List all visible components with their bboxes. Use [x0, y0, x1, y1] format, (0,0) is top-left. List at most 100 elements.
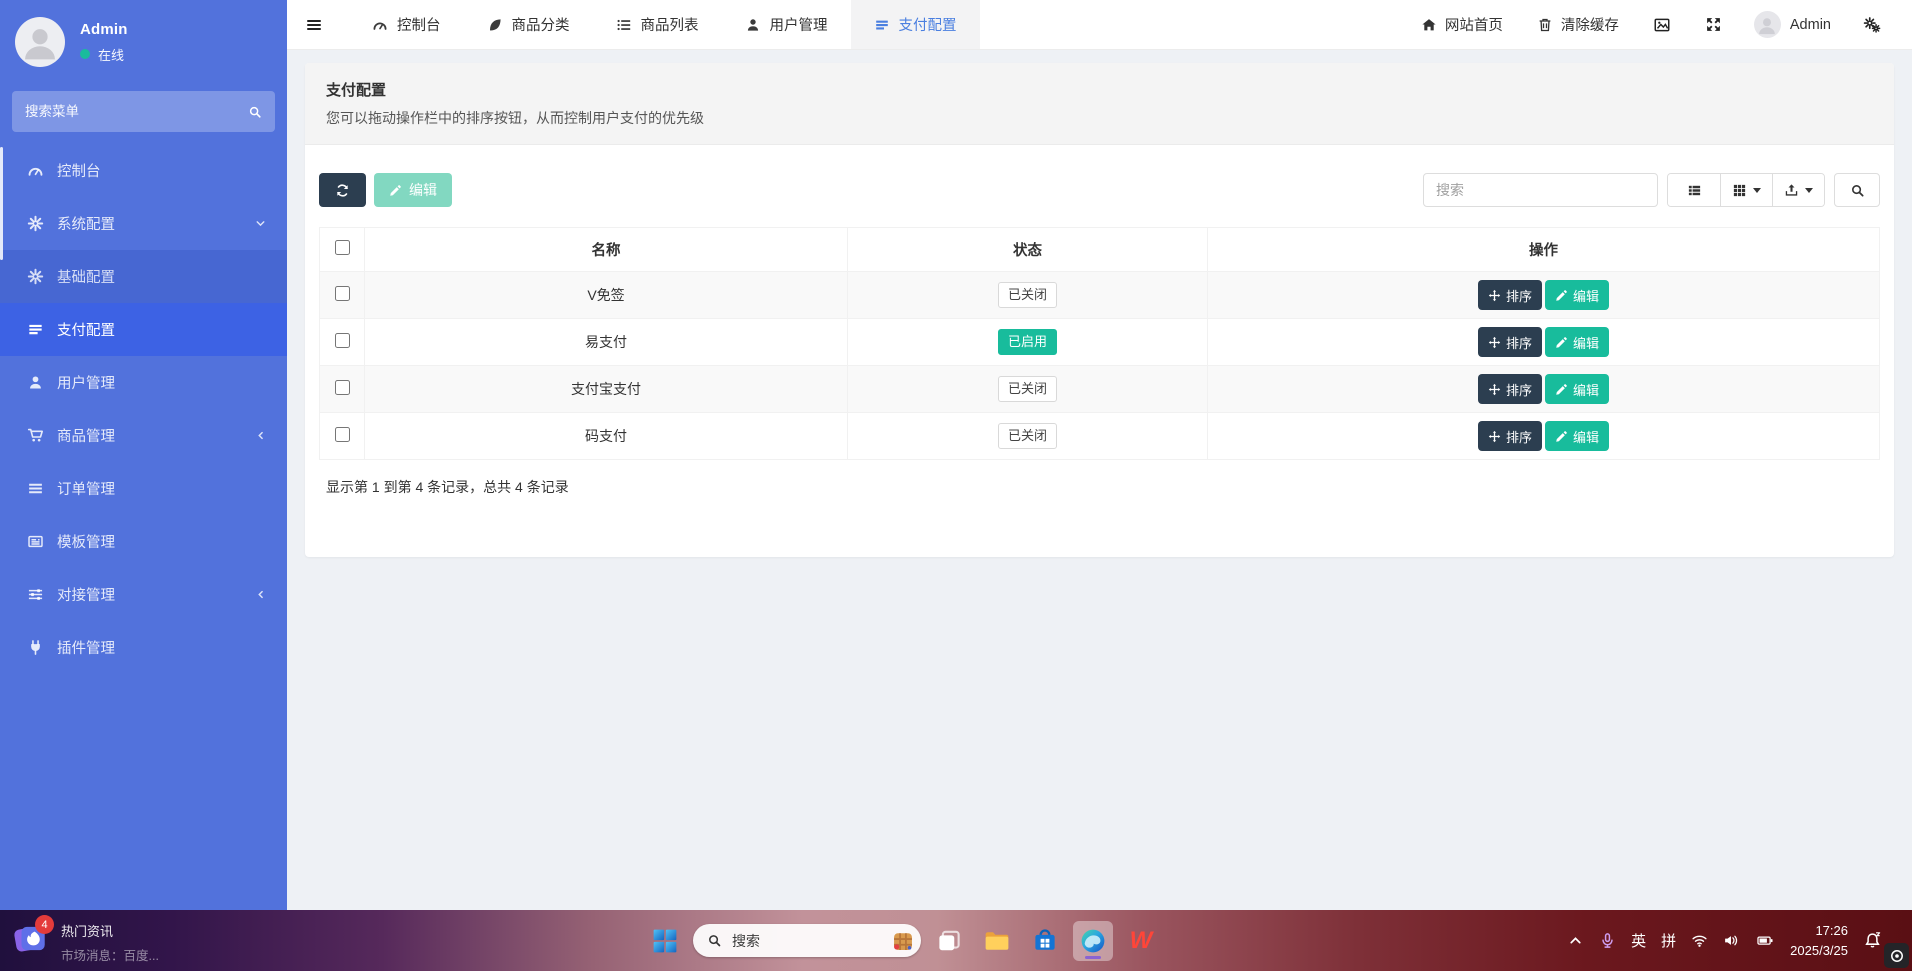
sort-button[interactable]: 排序 [1478, 280, 1542, 310]
edit-button[interactable]: 编辑 [1545, 374, 1609, 404]
sort-button[interactable]: 排序 [1478, 327, 1542, 357]
taskbar-search[interactable]: 搜索 [693, 924, 921, 957]
cogs-icon [1863, 16, 1881, 34]
pencil-icon [1555, 289, 1568, 302]
main-content: 支付配置 您可以拖动操作栏中的排序按钮，从而控制用户支付的优先级 编辑 [287, 50, 1912, 910]
navbar-user-menu[interactable]: Admin [1739, 0, 1846, 49]
row-checkbox[interactable] [335, 380, 350, 395]
sidebar-item-template-management[interactable]: 模板管理 [0, 515, 287, 568]
start-button[interactable] [645, 921, 685, 961]
cart-icon [27, 427, 44, 444]
wps-button[interactable]: W [1121, 921, 1161, 961]
microsoft-store-icon [1031, 927, 1059, 955]
sidebar-item-dashboard[interactable]: 控制台 [0, 144, 287, 197]
refresh-button[interactable] [319, 173, 366, 207]
image-capture-button[interactable] [1636, 0, 1688, 49]
open-tabs: 控制台 商品分类 商品列表 用户管理 支付配置 [349, 0, 980, 49]
news-widget-icon: 4 [12, 918, 50, 958]
table-search-input[interactable] [1423, 173, 1658, 207]
user-silhouette-icon [19, 21, 61, 63]
sidebar-item-product-management[interactable]: 商品管理 [0, 409, 287, 462]
edit-toolbar-button[interactable]: 编辑 [374, 173, 452, 207]
table-toolbar: 编辑 [319, 173, 1880, 207]
battery-icon[interactable] [1755, 932, 1775, 949]
tab-product-list[interactable]: 商品列表 [593, 0, 722, 49]
hamburger-icon [305, 16, 323, 34]
clock[interactable]: 17:26 2025/3/25 [1790, 921, 1848, 960]
row-checkbox[interactable] [335, 286, 350, 301]
export-dropdown-button[interactable] [1772, 174, 1824, 206]
tray-time: 17:26 [1790, 921, 1848, 941]
sidebar-item-basic-config[interactable]: 基础配置 [0, 250, 287, 303]
tray-chevron-up-icon[interactable] [1567, 932, 1584, 949]
target-icon [1889, 948, 1905, 964]
microsoft-store-button[interactable] [1025, 921, 1065, 961]
page-description: 您可以拖动操作栏中的排序按钮，从而控制用户支付的优先级 [326, 108, 1873, 128]
ime-mode-indicator[interactable]: 拼 [1661, 930, 1676, 951]
status-badge: 已关闭 [998, 376, 1057, 402]
edit-button[interactable]: 编辑 [1545, 280, 1609, 310]
menu-search-input[interactable] [25, 104, 240, 119]
search-button[interactable] [1834, 173, 1880, 207]
th-grid-icon [1732, 183, 1747, 198]
payment-name: 易支付 [365, 319, 848, 366]
sidebar-item-payment-config[interactable]: 支付配置 [0, 303, 287, 356]
payment-table: 名称 状态 操作 V免签 已关闭 排序编辑 [319, 227, 1880, 460]
site-home-link[interactable]: 网站首页 [1404, 0, 1520, 49]
task-view-button[interactable] [929, 921, 969, 961]
tab-product-category[interactable]: 商品分类 [464, 0, 593, 49]
tab-dashboard[interactable]: 控制台 [349, 0, 464, 49]
panel-heading: 支付配置 您可以拖动操作栏中的排序按钮，从而控制用户支付的优先级 [305, 63, 1894, 145]
widget-subheadline: 市场消息：百度... [61, 945, 159, 964]
edit-button[interactable]: 编辑 [1545, 327, 1609, 357]
sidebar-item-system-config[interactable]: 系统配置 [0, 197, 287, 250]
sidebar-menu-search [12, 91, 275, 132]
tab-payment-config[interactable]: 支付配置 [851, 0, 980, 49]
file-explorer-button[interactable] [977, 921, 1017, 961]
sort-button[interactable]: 排序 [1478, 421, 1542, 451]
microphone-icon[interactable] [1599, 932, 1616, 949]
clear-cache-link[interactable]: 清除缓存 [1520, 0, 1636, 49]
taskbar-center: 搜索 W [645, 910, 1161, 971]
sidebar-item-integration-management[interactable]: 对接管理 [0, 568, 287, 621]
sidebar-scrollbar[interactable] [0, 147, 3, 260]
move-icon [1488, 289, 1501, 302]
search-icon[interactable] [248, 105, 262, 119]
settings-button[interactable] [1846, 0, 1898, 49]
sidebar-item-order-management[interactable]: 订单管理 [0, 462, 287, 515]
list-icon [27, 480, 44, 497]
widgets-button[interactable]: 4 热门资讯 市场消息：百度... [12, 918, 159, 964]
tab-user-management[interactable]: 用户管理 [722, 0, 851, 49]
system-tray: 英 拼 17:26 2025/3/25 [1567, 910, 1882, 971]
menu-toggle-button[interactable] [287, 0, 341, 49]
notification-bell-icon[interactable] [1863, 931, 1882, 950]
sidebar-item-plugin-management[interactable]: 插件管理 [0, 621, 287, 674]
pencil-icon [1555, 383, 1568, 396]
select-all-checkbox[interactable] [335, 240, 350, 255]
widget-headline: 热门资讯 [61, 921, 159, 940]
image-icon [1653, 16, 1671, 34]
avatar[interactable] [15, 17, 65, 67]
edit-button[interactable]: 编辑 [1545, 421, 1609, 451]
columns-dropdown-button[interactable] [1720, 174, 1772, 206]
wifi-icon[interactable] [1691, 932, 1708, 949]
row-checkbox[interactable] [335, 427, 350, 442]
fullscreen-button[interactable] [1688, 0, 1739, 49]
volume-icon[interactable] [1723, 932, 1740, 949]
sliders-icon [27, 586, 44, 603]
pencil-icon [1555, 430, 1568, 443]
edge-browser-button[interactable] [1073, 921, 1113, 961]
screen-record-button[interactable] [1884, 943, 1909, 968]
user-icon [27, 374, 44, 391]
gear-icon [27, 215, 44, 232]
search-icon [1850, 183, 1865, 198]
status-badge: 已启用 [998, 329, 1057, 355]
search-icon [707, 933, 722, 948]
detail-view-button[interactable] [1668, 174, 1720, 206]
sidebar-item-user-management[interactable]: 用户管理 [0, 356, 287, 409]
sort-button[interactable]: 排序 [1478, 374, 1542, 404]
ime-language-indicator[interactable]: 英 [1631, 930, 1646, 951]
payment-config-card: 支付配置 您可以拖动操作栏中的排序按钮，从而控制用户支付的优先级 编辑 [305, 63, 1894, 557]
row-checkbox[interactable] [335, 333, 350, 348]
table-header-row: 名称 状态 操作 [320, 228, 1880, 272]
